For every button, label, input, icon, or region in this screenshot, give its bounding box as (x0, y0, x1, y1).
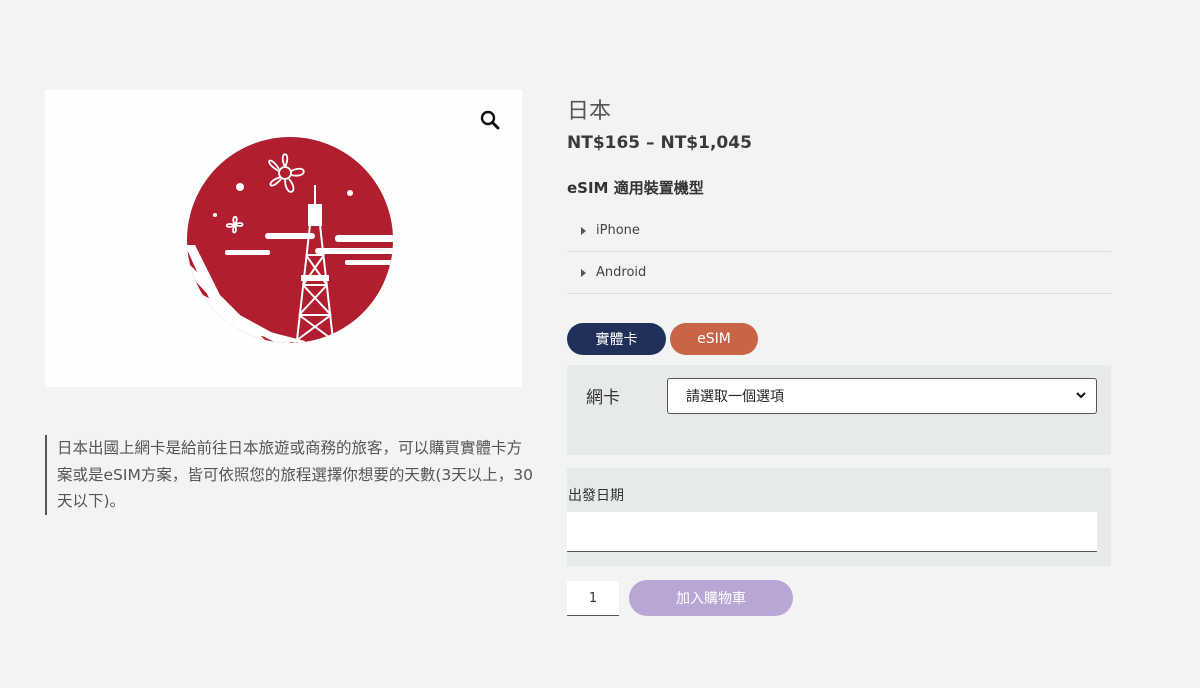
tab-esim[interactable]: eSIM (670, 323, 758, 355)
card-option-select[interactable]: 請選取一個選項 (667, 378, 1097, 414)
device-accordion: iPhone Android (567, 210, 1111, 294)
triangle-right-icon (581, 268, 586, 277)
product-title: 日本 (567, 99, 612, 124)
departure-date-input[interactable] (567, 512, 1097, 552)
device-heading: eSIM 適用裝置機型 (567, 179, 704, 197)
tab-physical-card[interactable]: 實體卡 (567, 323, 666, 355)
select-value: 請選取一個選項 (686, 389, 784, 405)
product-description: 日本出國上網卡是給前往日本旅遊或商務的旅客，可以購買實體卡方案或是eSIM方案，… (45, 435, 537, 515)
quantity-input[interactable] (567, 581, 619, 616)
accordion-item-iphone[interactable]: iPhone (567, 210, 1111, 252)
japan-tower-illustration (187, 137, 393, 343)
price-range: NT$165 – NT$1,045 (567, 133, 752, 153)
card-type-tabs: 實體卡 eSIM (567, 323, 758, 355)
card-option-panel: 網卡 請選取一個選項 (567, 365, 1111, 455)
accordion-label: Android (596, 265, 647, 280)
departure-date-label: 出發日期 (568, 488, 624, 504)
triangle-right-icon (581, 226, 586, 235)
chevron-down-icon (1076, 392, 1086, 399)
departure-date-panel: 出發日期 (567, 468, 1111, 566)
add-to-cart-button[interactable]: 加入購物車 (629, 580, 793, 616)
card-option-label: 網卡 (586, 388, 620, 408)
product-image[interactable] (45, 90, 522, 387)
magnifier-icon[interactable] (478, 108, 502, 132)
accordion-item-android[interactable]: Android (567, 252, 1111, 294)
accordion-label: iPhone (596, 223, 640, 238)
